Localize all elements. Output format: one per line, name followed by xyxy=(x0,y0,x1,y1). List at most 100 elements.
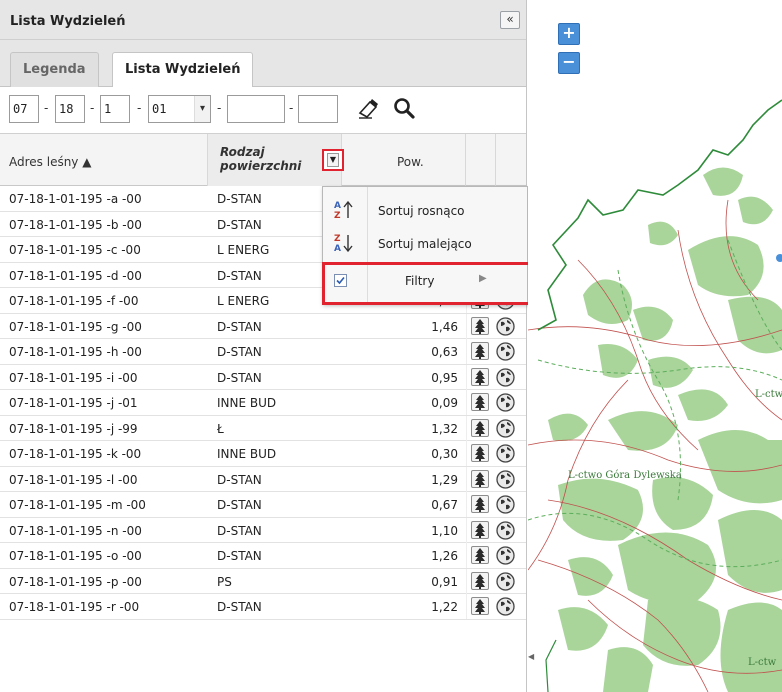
table-row[interactable]: 07-18-1-01-195 -l -00 D-STAN 1,29 xyxy=(0,466,526,492)
separator: - xyxy=(217,101,222,115)
globe-icon[interactable] xyxy=(496,393,515,412)
header-action-2 xyxy=(496,134,526,186)
globe-icon[interactable] xyxy=(496,418,515,438)
cell-divider xyxy=(466,313,467,339)
table-row[interactable]: 07-18-1-01-195 -r -00 D-STAN 1,22 xyxy=(0,594,526,620)
globe-icon[interactable] xyxy=(496,342,515,361)
cell-pow: 1,29 xyxy=(431,472,458,487)
sort-asc-label: Sortuj rosnąco xyxy=(378,204,465,218)
cell-divider xyxy=(466,415,467,441)
globe-icon[interactable] xyxy=(496,495,515,514)
cell-rodzaj: D-STAN xyxy=(217,549,262,563)
cell-rodzaj: PS xyxy=(217,574,232,589)
globe-icon[interactable] xyxy=(496,444,515,463)
cell-divider xyxy=(466,364,467,390)
tree-icon[interactable] xyxy=(471,571,489,590)
table-row[interactable]: 07-18-1-01-195 -i -00 D-STAN 0,95 xyxy=(0,364,526,390)
cell-adres: 07-18-1-01-195 -m -00 xyxy=(9,498,146,512)
sort-descending-icon: Z A xyxy=(334,234,353,254)
header-rodzaj-label: Rodzaj powierzchni xyxy=(220,145,302,173)
map-label-lctw: L-ctw xyxy=(748,657,777,668)
cell-pow: 1,22 xyxy=(431,600,458,614)
cell-pow: 1,46 xyxy=(431,319,458,334)
svg-text:Z: Z xyxy=(334,211,341,221)
cell-pow: 1,26 xyxy=(431,549,458,563)
tree-icon[interactable] xyxy=(471,316,489,335)
sort-ascending-icon: A Z xyxy=(334,200,353,221)
tree-icon[interactable] xyxy=(471,342,489,360)
globe-icon[interactable] xyxy=(496,469,515,489)
cell-divider xyxy=(466,492,467,517)
chevron-down-icon[interactable]: ▾ xyxy=(194,96,210,122)
column-menu-button[interactable]: ▼ xyxy=(322,149,344,171)
table-row[interactable]: 07-18-1-01-195 -h -00 D-STAN 0,63 xyxy=(0,339,526,365)
cell-rodzaj: L ENERG xyxy=(217,243,270,257)
cell-pow: 1,10 xyxy=(431,523,458,538)
table-row[interactable]: 07-18-1-01-195 -p -00 PS 0,91 xyxy=(0,568,526,594)
tree-icon[interactable] xyxy=(471,495,489,513)
table-row[interactable]: 07-18-1-01-195 -k -00 INNE BUD 0,30 xyxy=(0,441,526,467)
table-row[interactable]: 07-18-1-01-195 -j -01 INNE BUD 0,09 xyxy=(0,390,526,416)
header-pow[interactable]: Pow. xyxy=(342,134,466,186)
chevron-down-icon: ▼ xyxy=(327,153,339,167)
separator: - xyxy=(90,101,95,115)
table-row[interactable]: 07-18-1-01-195 -g -00 D-STAN 1,46 xyxy=(0,313,526,339)
table-row[interactable]: 07-18-1-01-195 -o -00 D-STAN 1,26 xyxy=(0,543,526,569)
tree-icon[interactable] xyxy=(471,469,489,488)
menu-sort-asc[interactable]: A Z Sortuj rosnąco xyxy=(323,196,527,226)
cell-rodzaj: D-STAN xyxy=(217,345,262,359)
tab-lista-wydzielen[interactable]: Lista Wydzieleń xyxy=(112,52,254,88)
cell-rodzaj: D-STAN xyxy=(217,523,262,538)
eraser-icon[interactable] xyxy=(356,96,380,120)
address-field-6[interactable] xyxy=(298,95,338,123)
tab-strip: Legenda Lista Wydzieleń xyxy=(0,40,526,88)
globe-icon[interactable] xyxy=(496,520,515,540)
svg-text:Z: Z xyxy=(334,234,341,244)
cell-rodzaj: D-STAN xyxy=(217,192,262,206)
cell-rodzaj: INNE BUD xyxy=(217,447,277,461)
globe-icon[interactable] xyxy=(496,597,515,616)
tree-icon[interactable] xyxy=(471,546,489,564)
search-icon[interactable] xyxy=(392,96,416,120)
cell-pow: 0,63 xyxy=(431,345,458,359)
cell-rodzaj: D-STAN xyxy=(217,319,262,334)
table-row[interactable]: 07-18-1-01-195 -m -00 D-STAN 0,67 xyxy=(0,492,526,518)
globe-icon[interactable] xyxy=(496,316,515,336)
table-row[interactable]: 07-18-1-01-195 -n -00 D-STAN 1,10 xyxy=(0,517,526,543)
cell-adres: 07-18-1-01-195 -a -00 xyxy=(9,192,142,206)
address-field-3[interactable]: 1 xyxy=(100,95,130,123)
tree-icon[interactable] xyxy=(471,520,489,539)
header-pow-label: Pow. xyxy=(397,155,424,169)
address-field-1[interactable]: 07 xyxy=(9,95,39,123)
address-field-5[interactable] xyxy=(227,95,285,123)
globe-icon[interactable] xyxy=(496,546,515,565)
tab-legenda[interactable]: Legenda xyxy=(10,52,99,87)
menu-sort-desc[interactable]: Z A Sortuj malejąco xyxy=(323,229,527,259)
splitter-handle[interactable]: ◀ xyxy=(528,652,538,670)
tree-icon[interactable] xyxy=(471,418,489,437)
cell-pow: 0,95 xyxy=(431,370,458,385)
cell-adres: 07-18-1-01-195 -n -00 xyxy=(9,523,142,538)
globe-icon[interactable] xyxy=(496,367,515,387)
zoom-in-button[interactable]: + xyxy=(558,23,580,45)
cell-adres: 07-18-1-01-195 -f -00 xyxy=(9,294,139,308)
tree-icon[interactable] xyxy=(471,367,489,386)
cell-adres: 07-18-1-01-195 -j -99 xyxy=(9,421,138,436)
map-view[interactable]: + − L-ctwo Góra Dylewska L-ctw L-ctw ◀ xyxy=(528,0,782,692)
grid-header: Adres leśny ▲ Rodzaj powierzchni Pow. xyxy=(0,133,526,186)
collapse-panel-button[interactable]: « xyxy=(500,11,520,29)
tree-icon[interactable] xyxy=(471,393,489,411)
tree-icon[interactable] xyxy=(471,597,489,615)
globe-icon[interactable] xyxy=(496,571,515,591)
zoom-out-button[interactable]: − xyxy=(558,52,580,74)
address-field-2[interactable]: 18 xyxy=(55,95,85,123)
cell-adres: 07-18-1-01-195 -j -01 xyxy=(9,396,138,410)
cell-pow: 0,67 xyxy=(431,498,458,512)
header-adres-lesny[interactable]: Adres leśny ▲ xyxy=(0,134,208,186)
cell-rodzaj: D-STAN xyxy=(217,600,262,614)
separator: - xyxy=(44,101,49,115)
table-row[interactable]: 07-18-1-01-195 -j -99 Ł 1,32 xyxy=(0,415,526,441)
header-adres-label: Adres leśny ▲ xyxy=(9,155,92,169)
tree-icon[interactable] xyxy=(471,444,489,462)
svg-text:A: A xyxy=(334,201,341,211)
